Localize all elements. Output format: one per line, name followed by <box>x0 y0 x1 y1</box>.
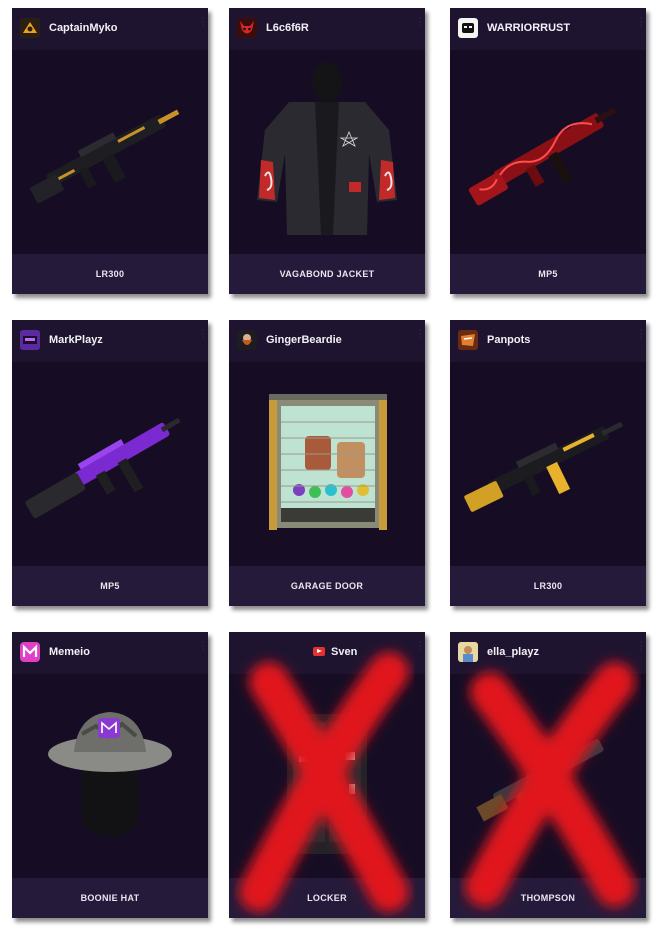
card-header: WARRIORRUST ⋮ <box>450 8 646 50</box>
more-options-icon[interactable]: ⋮ <box>415 642 425 658</box>
card-header: Panpots ⋮ <box>450 320 646 362</box>
smg-purple-icon <box>25 417 181 519</box>
card-footer: GARAGE DOOR <box>229 566 425 606</box>
skin-card-4[interactable]: MarkPlayz ⋮ MP5 <box>12 320 208 606</box>
garage-door-icon <box>269 394 387 530</box>
jacket-icon <box>257 62 397 235</box>
captainmyko-avatar <box>20 18 40 38</box>
creator-name[interactable]: Sven <box>331 646 357 658</box>
card-header: GingerBeardie ⋮ <box>229 320 425 362</box>
more-options-icon[interactable]: ⋮ <box>636 642 646 658</box>
more-options-icon[interactable]: ⋮ <box>415 330 425 346</box>
item-preview[interactable] <box>450 362 646 566</box>
warriorrust-avatar <box>458 18 478 38</box>
item-name: LOCKER <box>307 893 347 903</box>
more-options-icon[interactable]: ⋮ <box>198 18 208 34</box>
skin-card-8[interactable]: Sven ⋮ LOCKER <box>229 632 425 918</box>
card-header: Memeio ⋮ <box>12 632 208 674</box>
more-options-icon[interactable]: ⋮ <box>198 330 208 346</box>
creator-name[interactable]: WARRIORRUST <box>487 22 570 34</box>
item-preview[interactable] <box>450 50 646 254</box>
markplayz-avatar <box>20 330 40 350</box>
card-footer: VAGABOND JACKET <box>229 254 425 294</box>
creator-name[interactable]: ella_playz <box>487 646 539 658</box>
card-header: CaptainMyko ⋮ <box>12 8 208 50</box>
more-options-icon[interactable]: ⋮ <box>636 330 646 346</box>
item-preview[interactable] <box>229 674 425 878</box>
card-header: L6c6f6R ⋮ <box>229 8 425 50</box>
item-preview[interactable] <box>450 674 646 878</box>
card-footer: THOMPSON <box>450 878 646 918</box>
memeio-avatar <box>20 642 40 662</box>
devil-mask-avatar <box>237 18 257 38</box>
creator-name[interactable]: Memeio <box>49 646 90 658</box>
card-footer: BOONIE HAT <box>12 878 208 918</box>
item-name: LR300 <box>95 269 125 279</box>
rifle-black-gold-icon <box>30 109 180 204</box>
card-header: MarkPlayz ⋮ <box>12 320 208 362</box>
skin-card-9[interactable]: ella_playz ⋮ THOMPSON <box>450 632 646 918</box>
creator-name[interactable]: MarkPlayz <box>49 334 103 346</box>
card-footer: LR300 <box>450 566 646 606</box>
ella-playz-avatar <box>458 642 478 662</box>
item-preview[interactable] <box>12 50 208 254</box>
item-name: LR300 <box>533 581 563 591</box>
item-preview[interactable] <box>229 50 425 254</box>
card-footer: LR300 <box>12 254 208 294</box>
creator-name[interactable]: Panpots <box>487 334 530 346</box>
skin-card-3[interactable]: WARRIORRUST ⋮ MP5 <box>450 8 646 294</box>
smg-red-icon <box>468 107 617 206</box>
locker-icon <box>287 714 367 854</box>
item-preview[interactable] <box>12 674 208 878</box>
skin-card-5[interactable]: GingerBeardie ⋮ GARAGE DOOR <box>229 320 425 606</box>
rifle-yellow-icon <box>464 421 624 512</box>
card-footer: MP5 <box>12 566 208 606</box>
item-preview[interactable] <box>12 362 208 566</box>
item-name: GARAGE DOOR <box>290 581 364 591</box>
creator-name[interactable]: CaptainMyko <box>49 22 117 34</box>
item-name: THOMPSON <box>520 893 576 903</box>
creator-name[interactable]: GingerBeardie <box>266 334 342 346</box>
card-footer: LOCKER <box>229 878 425 918</box>
card-header: Sven ⋮ <box>229 632 425 674</box>
item-name: MP5 <box>100 581 120 591</box>
item-name: BOONIE HAT <box>80 893 140 903</box>
gingerbeardie-avatar <box>237 330 257 350</box>
item-preview[interactable] <box>229 362 425 566</box>
skin-card-2[interactable]: L6c6f6R ⋮ VAGABOND JACKET <box>229 8 425 294</box>
card-header: ella_playz ⋮ <box>450 632 646 674</box>
more-options-icon[interactable]: ⋮ <box>636 18 646 34</box>
thompson-icon <box>476 739 604 822</box>
panpots-avatar <box>458 330 478 350</box>
boonie-hat-icon <box>48 712 172 837</box>
more-options-icon[interactable]: ⋮ <box>198 642 208 658</box>
more-options-icon[interactable]: ⋮ <box>415 18 425 34</box>
skin-card-6[interactable]: Panpots ⋮ LR300 <box>450 320 646 606</box>
creator-name[interactable]: L6c6f6R <box>266 22 309 34</box>
item-name: MP5 <box>538 269 558 279</box>
youtube-icon <box>313 647 325 656</box>
item-name: VAGABOND JACKET <box>279 269 375 279</box>
skin-card-7[interactable]: Memeio ⋮ BOONIE HAT <box>12 632 208 918</box>
card-footer: MP5 <box>450 254 646 294</box>
skin-card-1[interactable]: CaptainMyko ⋮ LR300 <box>12 8 208 294</box>
